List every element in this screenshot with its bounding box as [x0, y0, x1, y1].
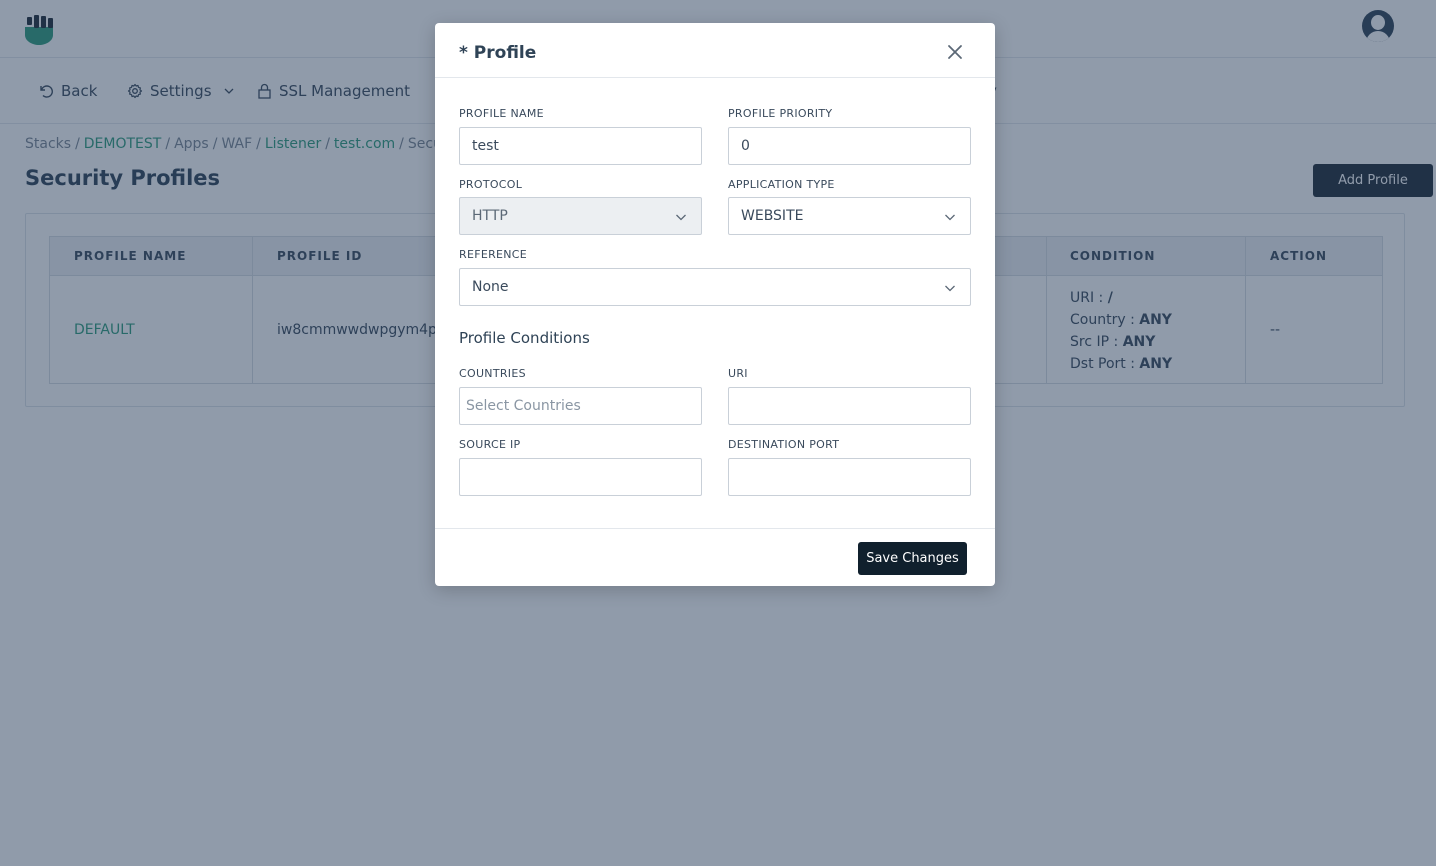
reference-value: None — [472, 279, 509, 295]
protocol-label: PROTOCOL — [459, 178, 523, 191]
application-type-select[interactable]: WEBSITE — [728, 197, 971, 235]
application-type-value: WEBSITE — [741, 208, 804, 224]
profile-conditions-heading: Profile Conditions — [459, 329, 590, 347]
modal-title: * Profile — [459, 43, 537, 63]
profile-name-value: test — [472, 138, 499, 154]
source-ip-input[interactable] — [459, 458, 702, 496]
countries-label: COUNTRIES — [459, 367, 526, 380]
profile-name-input[interactable]: test — [459, 127, 702, 165]
source-ip-label: SOURCE IP — [459, 438, 521, 451]
reference-label: REFERENCE — [459, 248, 528, 261]
uri-input[interactable] — [728, 387, 971, 425]
profile-priority-label: PROFILE PRIORITY — [728, 107, 833, 120]
close-button[interactable] — [946, 43, 964, 61]
chevron-down-icon — [676, 214, 686, 221]
countries-multiselect[interactable]: Select Countries — [459, 387, 702, 425]
save-changes-button[interactable]: Save Changes — [858, 542, 967, 575]
destination-port-input[interactable] — [728, 458, 971, 496]
chevron-down-icon — [945, 214, 955, 221]
countries-placeholder: Select Countries — [466, 398, 581, 414]
modal-footer: Save Changes — [435, 528, 995, 586]
profile-modal: * Profile PROFILE NAME test PROFILE PRIO… — [435, 23, 995, 586]
close-icon — [948, 45, 962, 59]
profile-priority-input[interactable]: 0 — [728, 127, 971, 165]
chevron-down-icon — [945, 285, 955, 292]
protocol-select[interactable]: HTTP — [459, 197, 702, 235]
modal-header: * Profile — [435, 23, 995, 78]
destination-port-label: DESTINATION PORT — [728, 438, 840, 451]
profile-priority-value: 0 — [741, 138, 750, 154]
profile-name-label: PROFILE NAME — [459, 107, 544, 120]
protocol-value: HTTP — [472, 208, 508, 224]
uri-label: URI — [728, 367, 748, 380]
application-type-label: APPLICATION TYPE — [728, 178, 835, 191]
reference-select[interactable]: None — [459, 268, 971, 306]
